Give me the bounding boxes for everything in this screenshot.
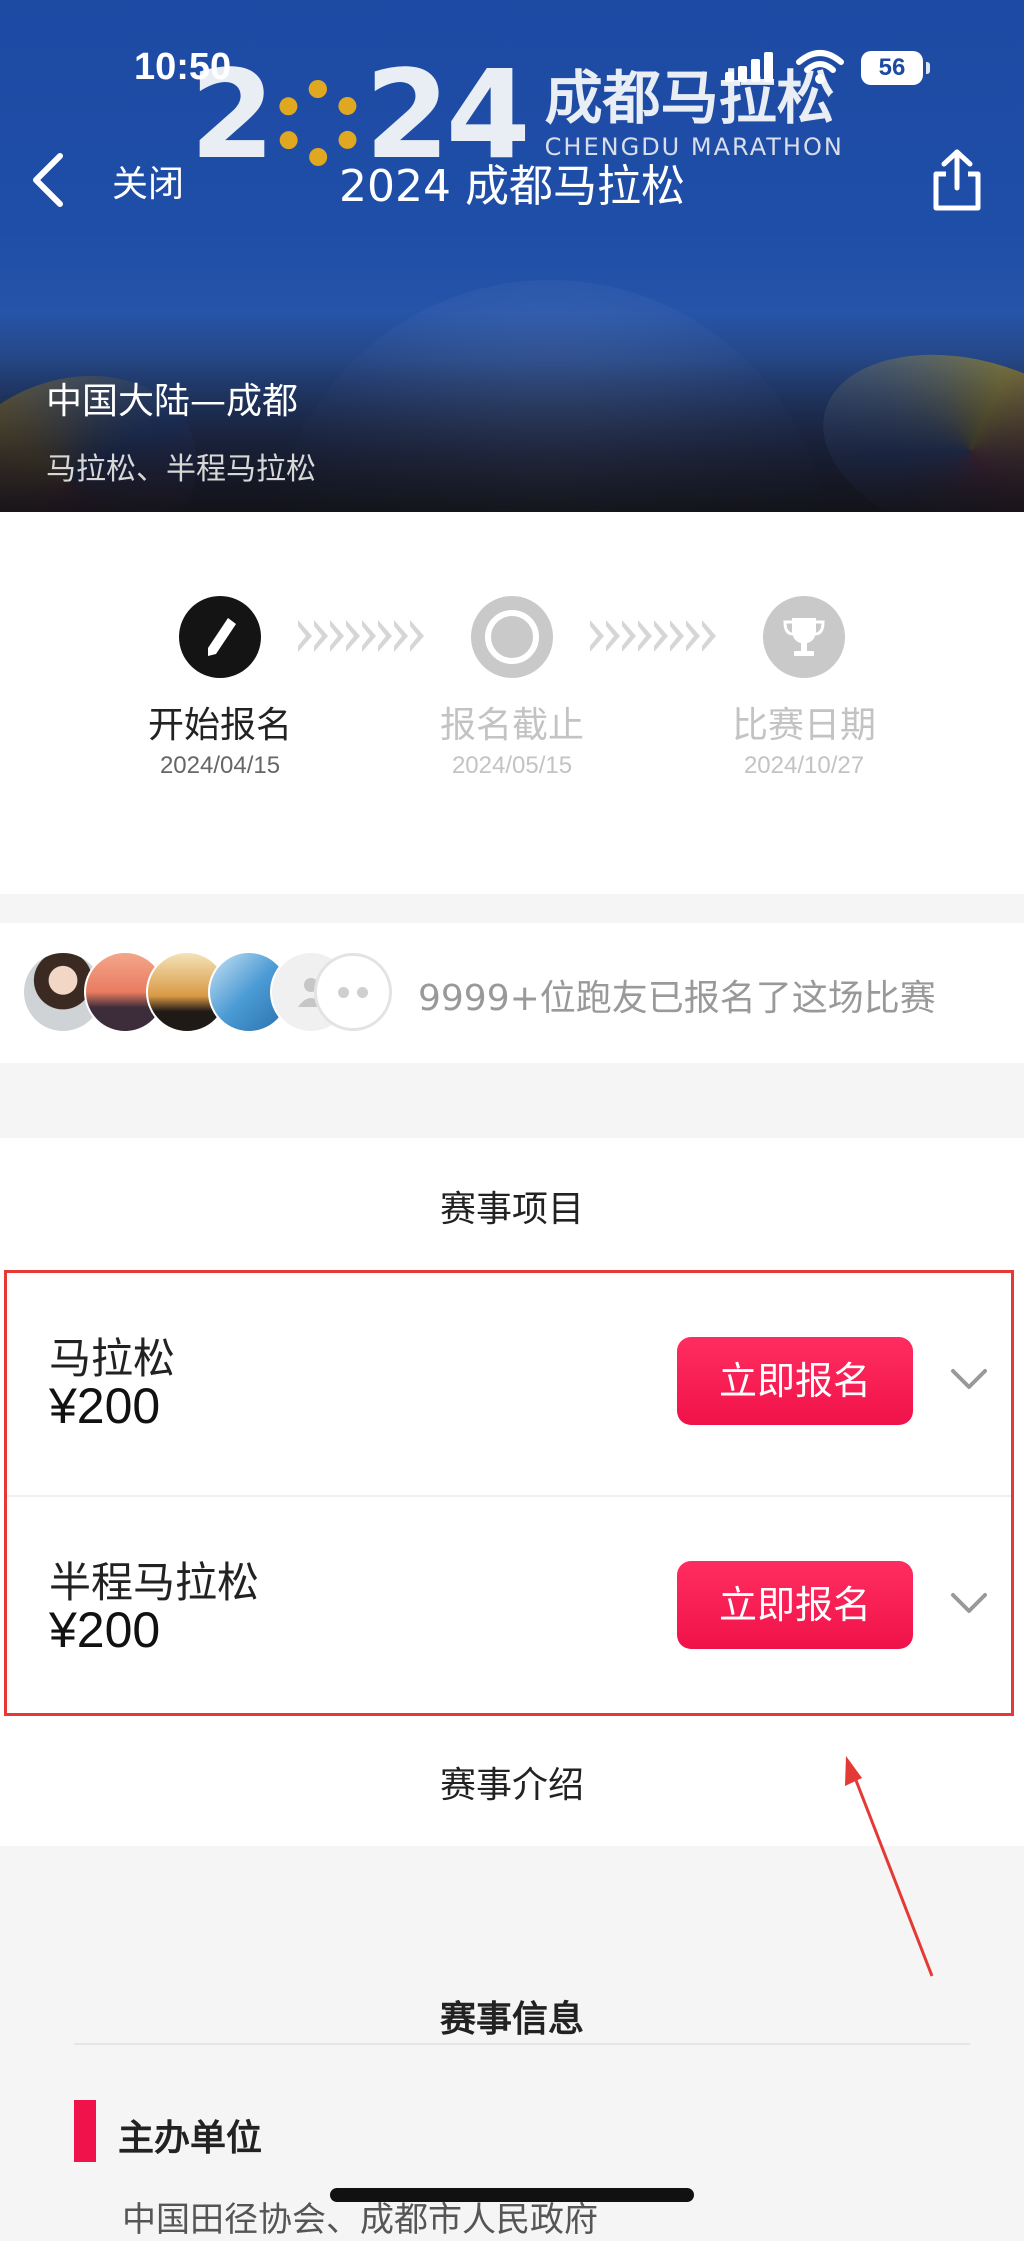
timeline-step-date: 2024/10/27	[743, 752, 865, 779]
participants-row[interactable]: 9999+位跑友已报名了这场比赛	[0, 923, 1024, 1063]
status-bar: 10:50 56	[0, 0, 1024, 130]
signal-icon	[725, 52, 777, 82]
pen-icon	[179, 596, 261, 678]
battery-icon: 56	[861, 51, 930, 85]
close-button[interactable]: 关闭	[112, 155, 184, 207]
events-title: 赛事项目	[439, 1189, 584, 1230]
event-item-half-marathon[interactable]: 半程马拉松 ¥200 立即报名	[7, 1495, 1011, 1719]
chevron-down-icon[interactable]	[949, 1583, 989, 1623]
participants-count: 9999+位跑友已报名了这场比赛	[418, 978, 936, 1019]
timeline-step-race: 比赛日期 2024/10/27	[684, 596, 924, 780]
signup-button[interactable]: 立即报名	[677, 1337, 913, 1425]
info-title: 赛事信息	[439, 1999, 584, 2040]
timeline-step-label: 报名截止	[439, 705, 584, 746]
timeline-step-date: 2024/04/15	[159, 752, 281, 779]
timeline-step-label: 开始报名	[147, 705, 292, 746]
home-indicator[interactable]	[330, 2188, 694, 2202]
event-price: ¥200	[49, 1378, 161, 1434]
trophy-icon	[763, 596, 845, 678]
organizer-title: 主办单位	[118, 2118, 263, 2159]
timeline-step-date: 2024/05/15	[451, 752, 573, 779]
hero-banner: 2 24 成都马拉松 CHENGDU MARATHON 10:50 56 关闭 …	[0, 0, 1024, 512]
timeline-step-label: 比赛日期	[731, 705, 876, 746]
wifi-icon	[796, 50, 844, 84]
signup-button[interactable]: 立即报名	[677, 1561, 913, 1649]
more-icon[interactable]	[314, 953, 392, 1031]
tab-intro[interactable]: 赛事介绍	[0, 1756, 1024, 1808]
event-price: ¥200	[49, 1602, 161, 1658]
divider	[74, 2043, 970, 2045]
event-item-marathon[interactable]: 马拉松 ¥200 立即报名	[7, 1273, 1011, 1495]
logo-en: CHENGDU MARATHON	[544, 133, 844, 161]
event-types: 马拉松、半程马拉松	[46, 452, 316, 487]
events-list: 马拉松 ¥200 立即报名 半程马拉松 ¥200 立即报名	[4, 1270, 1014, 1716]
section-marker	[74, 2100, 96, 2162]
status-time: 10:50	[134, 46, 232, 88]
events-section: 赛事项目 马拉松 ¥200 立即报名 半程马拉松 ¥200 立即报名 赛事介绍	[0, 1138, 1024, 1846]
registration-timeline: 开始报名 2024/04/15 报名截止 2024/05/15 比赛日期 202	[0, 512, 1024, 894]
chevron-down-icon[interactable]	[949, 1359, 989, 1399]
power-icon	[471, 596, 553, 678]
back-arrow-icon[interactable]	[28, 150, 68, 210]
event-location: 中国大陆—成都	[46, 381, 299, 422]
share-icon[interactable]	[930, 148, 984, 212]
